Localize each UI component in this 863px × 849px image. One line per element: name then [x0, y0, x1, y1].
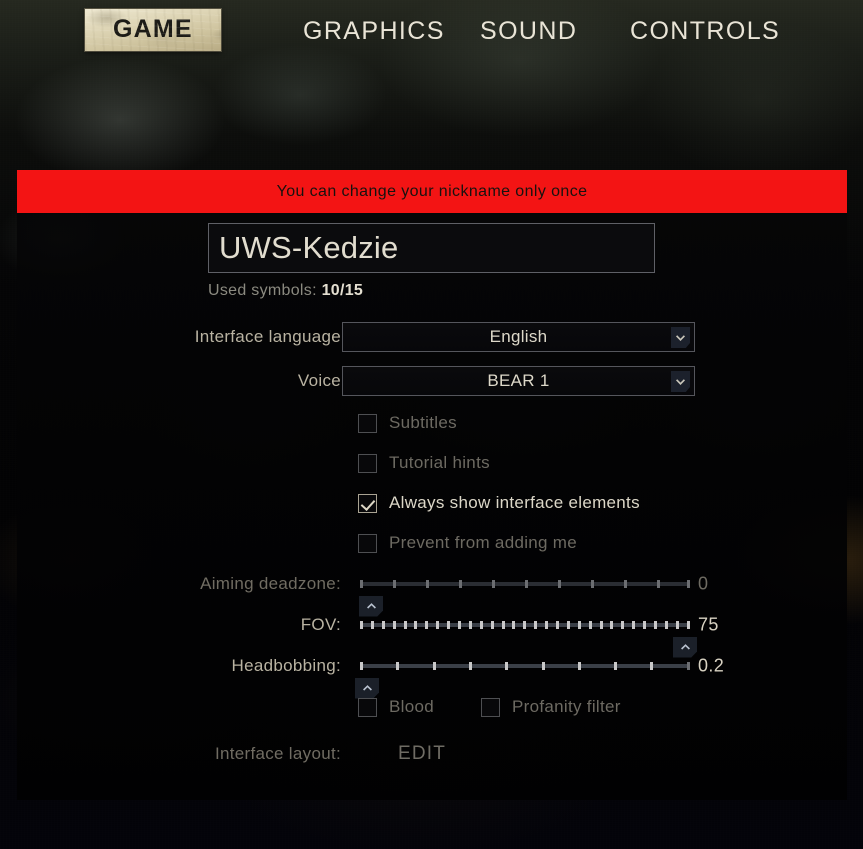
tab-graphics[interactable]: GRAPHICS [293, 12, 455, 51]
voice-value: BEAR 1 [487, 371, 550, 390]
interface-language-value: English [489, 327, 548, 346]
headbobbing-slider[interactable] [355, 661, 690, 699]
aiming-deadzone-ticks [360, 579, 690, 588]
chevron-down-icon[interactable] [671, 327, 690, 348]
profanity-filter-checkbox[interactable] [481, 697, 500, 717]
fov-slider[interactable] [360, 620, 697, 658]
fov-label: FOV: [300, 614, 341, 634]
profanity-filter-checkbox-group[interactable]: Profanity filter [481, 697, 621, 717]
nickname-warning-banner: You can change your nickname only once [17, 170, 847, 213]
row-blood-profanity: Blood Profanity filter [17, 686, 847, 728]
prevent-from-adding-me-checkbox[interactable] [358, 533, 377, 553]
blood-label: Blood [389, 697, 434, 716]
nickname-warning-text: You can change your nickname only once [276, 182, 588, 200]
row-voice: Voice BEAR 1 [17, 359, 847, 403]
aiming-deadzone-value: 0 [698, 573, 709, 593]
game-settings-panel: You can change your nickname only once U… [17, 170, 847, 800]
used-symbols-counter: Used symbols: 10/15 [208, 282, 655, 300]
tab-sound[interactable]: SOUND [470, 12, 587, 51]
prevent-from-adding-me-label: Prevent from adding me [389, 533, 578, 552]
subtitles-checkbox[interactable] [358, 413, 377, 433]
settings-form: Interface language English Voice BEAR 1 [17, 315, 847, 780]
row-interface-language: Interface language English [17, 315, 847, 359]
aiming-deadzone-slider[interactable] [359, 579, 690, 617]
settings-screen: GAME GRAPHICS SOUND CONTROLS You can cha… [0, 0, 863, 849]
row-tutorial-hints[interactable]: Tutorial hints [17, 443, 847, 483]
voice-dropdown[interactable]: BEAR 1 [342, 366, 695, 396]
tab-game[interactable]: GAME [85, 9, 221, 51]
interface-language-label: Interface language [194, 327, 341, 346]
nickname-input[interactable] [208, 223, 655, 273]
blood-checkbox-group[interactable]: Blood [358, 697, 434, 717]
row-prevent-from-adding-me[interactable]: Prevent from adding me [17, 523, 847, 563]
subtitles-label: Subtitles [389, 413, 457, 432]
row-headbobbing: Headbobbing: 0.2 [17, 645, 847, 699]
always-show-interface-elements-label: Always show interface elements [389, 493, 640, 512]
tutorial-hints-label: Tutorial hints [389, 453, 490, 472]
headbobbing-value: 0.2 [698, 655, 725, 675]
nickname-section: Used symbols: 10/15 [208, 223, 655, 300]
aiming-deadzone-label: Aiming deadzone: [200, 573, 341, 593]
headbobbing-label: Headbobbing: [231, 655, 341, 675]
used-symbols-label: Used symbols: [208, 282, 317, 299]
headbobbing-ticks [360, 661, 690, 670]
fov-ticks [360, 620, 690, 629]
interface-layout-label: Interface layout: [214, 744, 341, 763]
interface-language-dropdown[interactable]: English [342, 322, 695, 352]
tutorial-hints-checkbox[interactable] [358, 453, 377, 473]
used-symbols-value: 10/15 [321, 282, 364, 299]
row-interface-layout: Interface layout: EDIT [17, 728, 847, 780]
row-subtitles[interactable]: Subtitles [17, 403, 847, 443]
settings-tab-bar: GAME GRAPHICS SOUND CONTROLS [0, 0, 863, 56]
always-show-interface-elements-checkbox[interactable] [358, 493, 377, 513]
profanity-filter-label: Profanity filter [512, 697, 621, 716]
voice-label: Voice [297, 371, 341, 390]
chevron-down-icon[interactable] [671, 371, 690, 392]
row-aiming-deadzone: Aiming deadzone: 0 [17, 563, 847, 617]
fov-value: 75 [698, 614, 719, 634]
interface-layout-edit-button[interactable]: EDIT [398, 743, 446, 765]
row-fov: FOV: 75 [17, 604, 847, 658]
row-always-show-interface-elements[interactable]: Always show interface elements [17, 483, 847, 523]
tab-controls[interactable]: CONTROLS [620, 12, 790, 51]
blood-checkbox[interactable] [358, 697, 377, 717]
